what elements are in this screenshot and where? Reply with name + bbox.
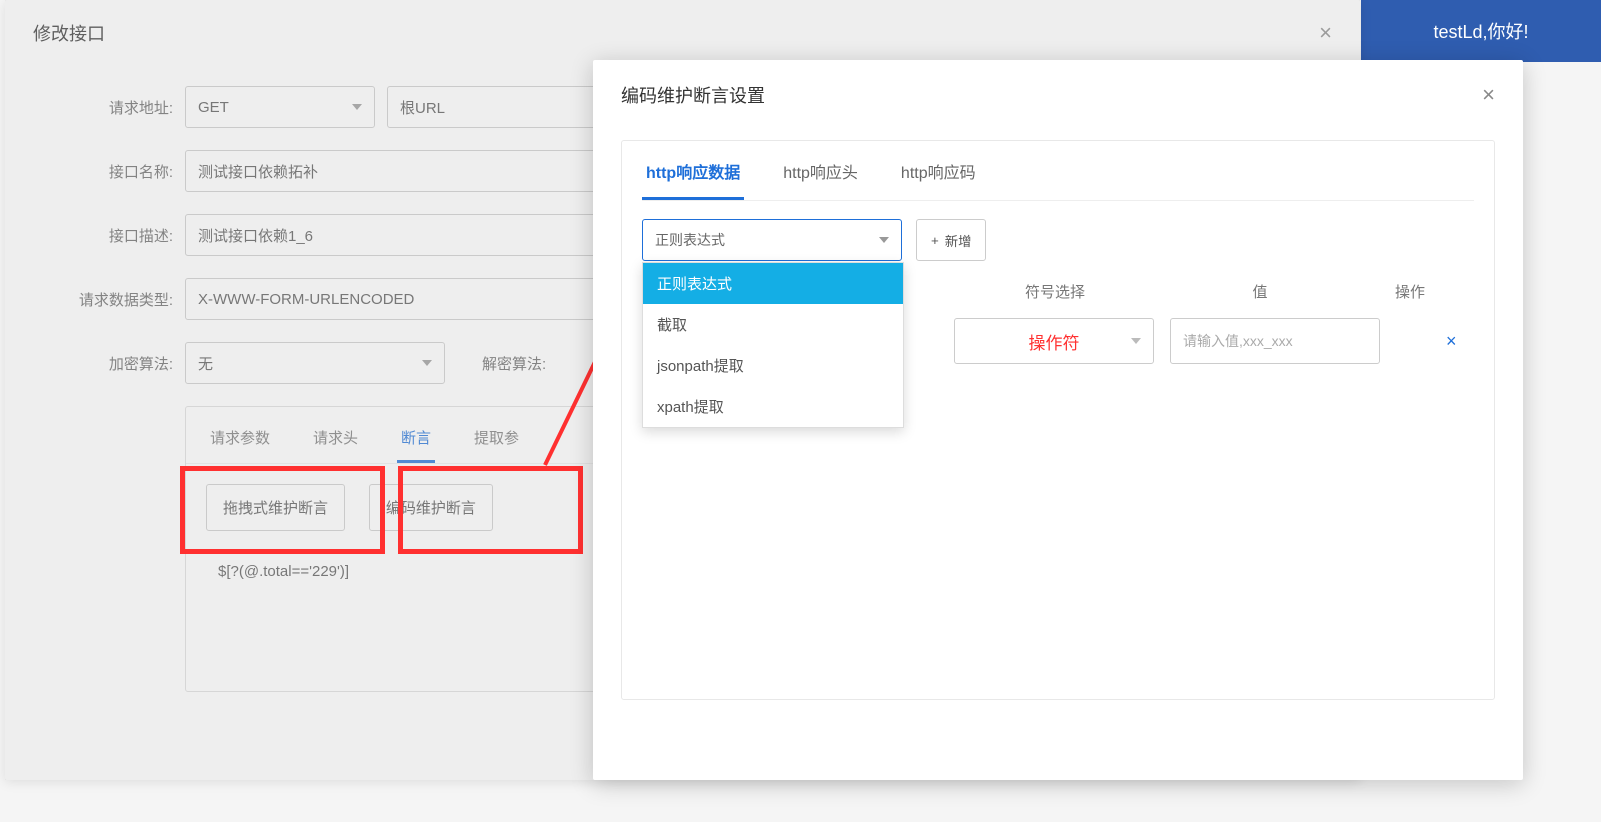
dropdown-option-substring[interactable]: 截取 [643,304,903,345]
delete-icon[interactable]: × [1446,331,1457,352]
close-icon[interactable]: × [1319,20,1332,46]
inner-tabs: http响应数据 http响应头 http响应码 [642,159,1474,201]
dialog-header: 修改接口 × [5,0,1360,66]
expr-value: 正则表达式 [655,230,725,250]
th-value: 值 [1170,281,1350,302]
enc-value: 无 [198,353,213,374]
add-label: 新增 [945,231,972,250]
tab-extract[interactable]: 提取参 [470,419,523,463]
name-value: 测试接口依赖拓补 [198,161,318,182]
tab-request-params[interactable]: 请求参数 [206,419,274,463]
operator-value: 操作符 [1029,329,1080,354]
url-label: 请求地址: [45,97,185,118]
enc-select[interactable]: 无 [185,342,445,384]
url-value: 根URL [400,97,445,118]
dialog-title: 修改接口 [33,20,105,46]
header-greeting: testLd,你好! [1361,0,1601,62]
type-value: X-WWW-FORM-URLENCODED [198,291,414,308]
desc-value: 测试接口依赖1_6 [198,225,313,246]
code-assert-button[interactable]: 编码维护断言 [369,484,493,531]
assertion-settings-dialog: 编码维护断言设置 × http响应数据 http响应头 http响应码 正则表达… [593,60,1523,780]
chevron-down-icon [352,104,362,110]
desc-label: 接口描述: [45,225,185,246]
dropdown-option-jsonpath[interactable]: jsonpath提取 [643,345,903,386]
tab-http-response-code[interactable]: http响应码 [897,159,980,200]
close-icon[interactable]: × [1482,82,1495,108]
tab-request-headers[interactable]: 请求头 [309,419,362,463]
dropdown-option-xpath[interactable]: xpath提取 [643,386,903,427]
chevron-down-icon [879,237,889,243]
method-select[interactable]: GET [185,86,375,128]
expression-type-select[interactable]: 正则表达式 正则表达式 截取 jsonpath提取 xpath提取 [642,219,902,261]
add-button[interactable]: + 新增 [916,219,986,261]
chevron-down-icon [422,360,432,366]
tab-http-response-header[interactable]: http响应头 [779,159,862,200]
operator-select[interactable]: 操作符 [954,318,1154,364]
method-value: GET [198,99,229,116]
value-placeholder: 请输入值,xxx_xxx [1183,331,1293,351]
inner-panel: http响应数据 http响应头 http响应码 正则表达式 正则表达式 截取 … [621,140,1495,700]
inner-body: http响应数据 http响应头 http响应码 正则表达式 正则表达式 截取 … [593,130,1523,710]
value-input[interactable]: 请输入值,xxx_xxx [1170,318,1380,364]
add-row: 正则表达式 正则表达式 截取 jsonpath提取 xpath提取 + 新增 [642,219,1474,261]
tab-http-response-data[interactable]: http响应数据 [642,159,744,200]
drag-assert-button[interactable]: 拖拽式维护断言 [206,484,345,531]
inner-dialog-header: 编码维护断言设置 × [593,60,1523,130]
dec-label: 解密算法: [482,353,558,374]
expr-dropdown: 正则表达式 截取 jsonpath提取 xpath提取 [642,262,904,428]
type-label: 请求数据类型: [45,289,185,310]
enc-label: 加密算法: [45,353,185,374]
greeting-text: testLd,你好! [1433,18,1528,44]
dropdown-option-regex[interactable]: 正则表达式 [643,263,903,304]
chevron-down-icon [1131,338,1141,344]
inner-dialog-title: 编码维护断言设置 [621,82,765,108]
plus-icon: + [931,233,939,248]
tab-assertion[interactable]: 断言 [397,419,435,463]
th-action: 操作 [1350,281,1470,302]
th-operator: 符号选择 [940,281,1170,302]
name-label: 接口名称: [45,161,185,182]
